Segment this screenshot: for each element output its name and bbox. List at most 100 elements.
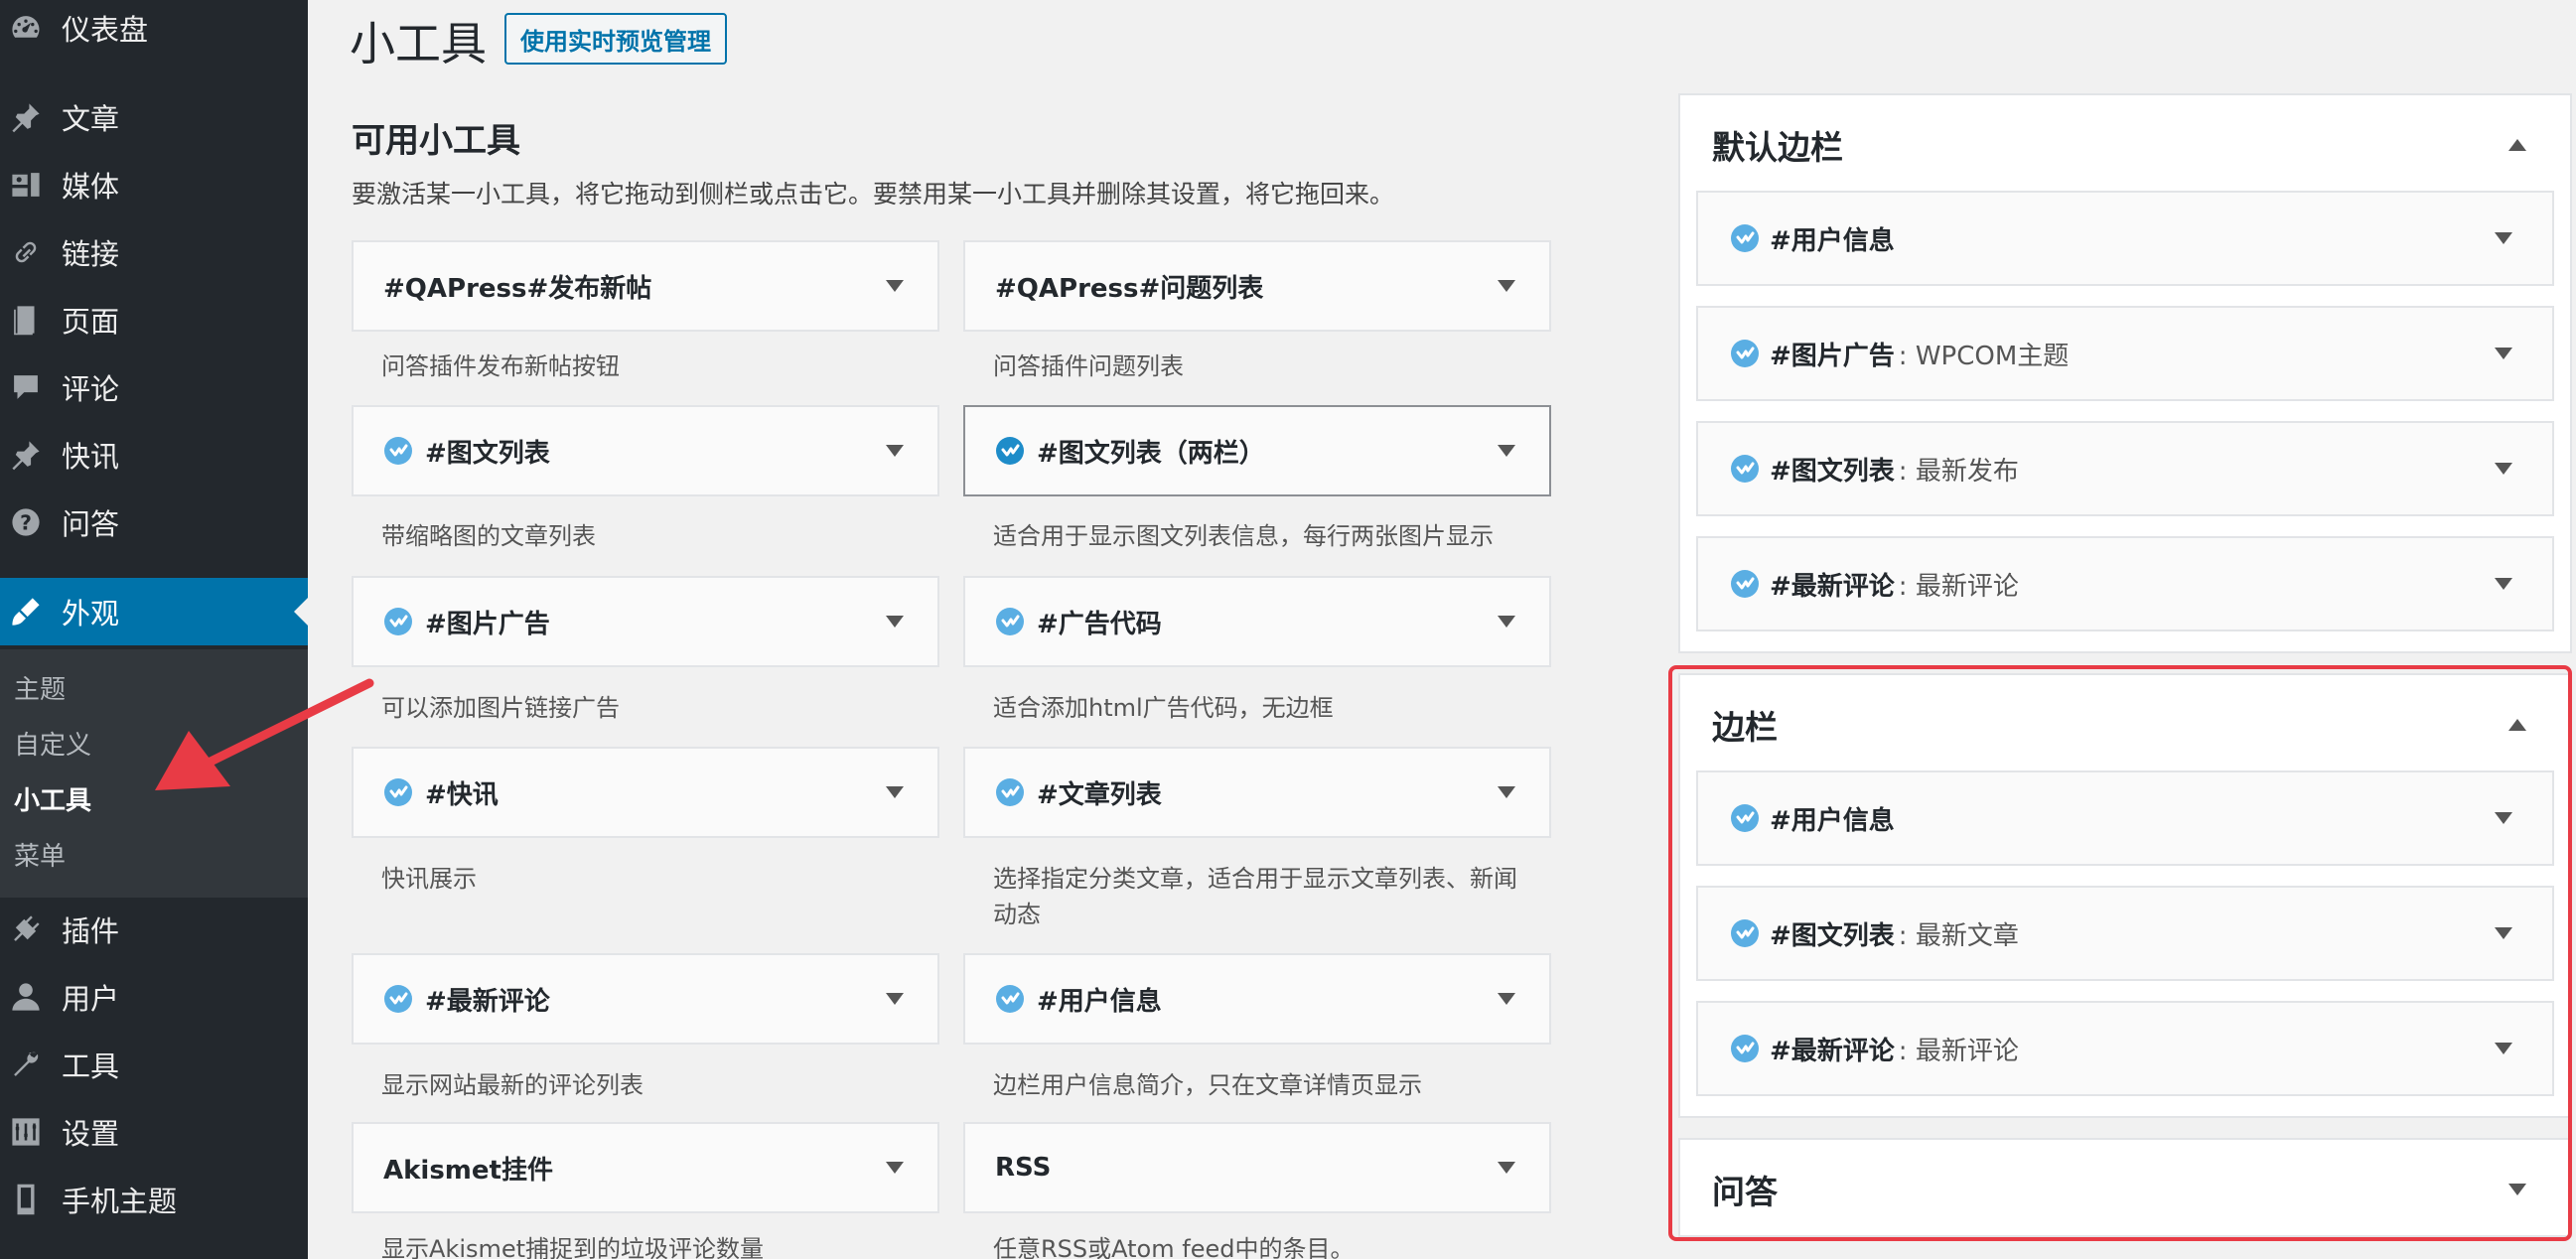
sidebar-widget[interactable]: #图片广告 : WPCOM主题: [1696, 306, 2554, 401]
chevron-down-icon[interactable]: [1498, 993, 1515, 1005]
menu-posts[interactable]: 文章: [0, 85, 308, 149]
submenu-themes[interactable]: 主题: [14, 669, 66, 706]
widget-instance-title: : 最新评论: [1898, 571, 2019, 602]
menu-mobile-theme[interactable]: 手机主题: [0, 1168, 308, 1231]
active-menu-pointer: [294, 598, 308, 626]
menu-label: 手机主题: [62, 1185, 178, 1218]
sidebar-widget[interactable]: #最新评论 : 最新评论: [1696, 1001, 2554, 1096]
widget-ad-code[interactable]: #广告代码: [963, 576, 1551, 667]
wpcom-check-icon: [383, 436, 413, 466]
menu-qa[interactable]: ? 问答: [0, 490, 308, 554]
submenu-menus[interactable]: 菜单: [14, 836, 66, 873]
chevron-down-icon[interactable]: [886, 1162, 904, 1174]
menu-dashboard[interactable]: 仪表盘: [0, 0, 308, 60]
widget-title: #图片广告: [425, 609, 550, 639]
pin-icon: [8, 99, 44, 135]
widget-description: 带缩略图的文章列表: [381, 522, 596, 550]
widget-title: #快讯: [425, 779, 499, 810]
wpcom-check-icon: [1730, 569, 1760, 599]
chevron-down-icon[interactable]: [1498, 445, 1515, 457]
sidebar-panel-title[interactable]: 边栏: [1712, 701, 1778, 749]
live-preview-button[interactable]: 使用实时预览管理: [504, 13, 727, 65]
chevron-down-icon[interactable]: [886, 786, 904, 798]
widget-rss[interactable]: RSS: [963, 1122, 1551, 1213]
chevron-down-icon[interactable]: [1498, 786, 1515, 798]
menu-media[interactable]: 媒体: [0, 153, 308, 216]
chevron-down-icon[interactable]: [2495, 232, 2512, 244]
chevron-down-icon[interactable]: [1498, 280, 1515, 292]
menu-links[interactable]: 链接: [0, 220, 308, 284]
wpcom-check-icon: [1730, 339, 1760, 368]
chevron-down-icon[interactable]: [886, 445, 904, 457]
widget-flash-news[interactable]: #快讯: [352, 747, 939, 838]
wpcom-check-icon: [995, 436, 1025, 466]
widget-latest-comments[interactable]: #最新评论: [352, 953, 939, 1045]
widget-instance-title: : 最新文章: [1898, 920, 2019, 951]
menu-plugins[interactable]: 插件: [0, 898, 308, 961]
chevron-up-icon[interactable]: [2508, 719, 2526, 731]
widget-description: 任意RSS或Atom feed中的条目。: [993, 1235, 1355, 1259]
sidebar-panel-title[interactable]: 默认边栏: [1712, 121, 1843, 169]
widget-image-post-list-two-col[interactable]: #图文列表（两栏）: [963, 405, 1551, 496]
menu-comments[interactable]: 评论: [0, 355, 308, 419]
wpcom-check-icon: [383, 984, 413, 1014]
chevron-up-icon[interactable]: [2508, 139, 2526, 151]
chevron-down-icon[interactable]: [886, 993, 904, 1005]
chevron-down-icon[interactable]: [2495, 1043, 2512, 1054]
sidebar-panel-qa[interactable]: 问答: [1678, 1138, 2572, 1237]
widget-qapress-question-list[interactable]: #QAPress#问题列表: [963, 240, 1551, 332]
chevron-down-icon[interactable]: [2495, 463, 2512, 475]
menu-tools[interactable]: 工具: [0, 1033, 308, 1096]
chevron-down-icon[interactable]: [2508, 1184, 2526, 1195]
sidebar-widget[interactable]: #用户信息: [1696, 770, 2554, 866]
chevron-down-icon[interactable]: [1498, 616, 1515, 628]
widget-qapress-new-post[interactable]: #QAPress#发布新帖: [352, 240, 939, 332]
menu-label: 评论: [62, 372, 120, 406]
wpcom-check-icon: [383, 777, 413, 807]
widget-description: 问答插件发布新帖按钮: [381, 352, 620, 380]
sidebar-widget[interactable]: #最新评论 : 最新评论: [1696, 536, 2554, 631]
widget-description: 问答插件问题列表: [993, 352, 1184, 380]
sidebar-widget[interactable]: #图文列表 : 最新文章: [1696, 886, 2554, 981]
menu-appearance[interactable]: 外观: [0, 578, 308, 645]
chevron-down-icon[interactable]: [886, 280, 904, 292]
widget-title: #用户信息: [1037, 986, 1162, 1017]
plugin-icon: [8, 911, 44, 947]
widget-title: #最新评论: [1770, 1036, 1895, 1066]
chevron-down-icon[interactable]: [1498, 1162, 1515, 1174]
menu-label: 设置: [62, 1117, 120, 1151]
widget-description: 选择指定分类文章，适合用于显示文章列表、新闻动态: [993, 865, 1517, 928]
submenu-widgets[interactable]: 小工具: [14, 780, 91, 817]
widget-title: #文章列表: [1037, 779, 1162, 810]
chevron-down-icon[interactable]: [2495, 812, 2512, 824]
wpcom-check-icon: [995, 984, 1025, 1014]
widget-title: #用户信息: [1770, 225, 1895, 256]
brush-icon: [8, 594, 44, 630]
menu-flash-news[interactable]: 快讯: [0, 423, 308, 487]
menu-users[interactable]: 用户: [0, 965, 308, 1029]
sidebar-panel-title[interactable]: 问答: [1712, 1166, 1778, 1213]
widget-user-info[interactable]: #用户信息: [963, 953, 1551, 1045]
widget-image-post-list[interactable]: #图文列表: [352, 405, 939, 496]
media-icon: [8, 167, 44, 203]
widget-post-list[interactable]: #文章列表: [963, 747, 1551, 838]
widget-description: 显示网站最新的评论列表: [381, 1071, 644, 1099]
chevron-down-icon[interactable]: [2495, 348, 2512, 359]
menu-settings[interactable]: 设置: [0, 1100, 308, 1164]
page-icon: [8, 302, 44, 338]
admin-sidebar: 仪表盘 文章 媒体 链接 页面 评论 快讯 ? 问答 外观 主题 自定义 小工具…: [0, 0, 308, 1259]
widget-title: #最新评论: [1770, 571, 1895, 602]
menu-pages[interactable]: 页面: [0, 288, 308, 351]
widget-title: #最新评论: [425, 986, 550, 1017]
widget-image-ad[interactable]: #图片广告: [352, 576, 939, 667]
widget-description: 适合用于显示图文列表信息，每行两张图片显示: [993, 522, 1494, 550]
chevron-down-icon[interactable]: [886, 616, 904, 628]
submenu-customize[interactable]: 自定义: [14, 725, 91, 762]
chevron-down-icon[interactable]: [2495, 578, 2512, 590]
menu-label: 文章: [62, 102, 120, 136]
sidebar-widget[interactable]: #用户信息: [1696, 191, 2554, 286]
chevron-down-icon[interactable]: [2495, 927, 2512, 939]
widget-title: Akismet挂件: [383, 1155, 553, 1186]
sidebar-widget[interactable]: #图文列表 : 最新发布: [1696, 421, 2554, 516]
widget-akismet[interactable]: Akismet挂件: [352, 1122, 939, 1213]
